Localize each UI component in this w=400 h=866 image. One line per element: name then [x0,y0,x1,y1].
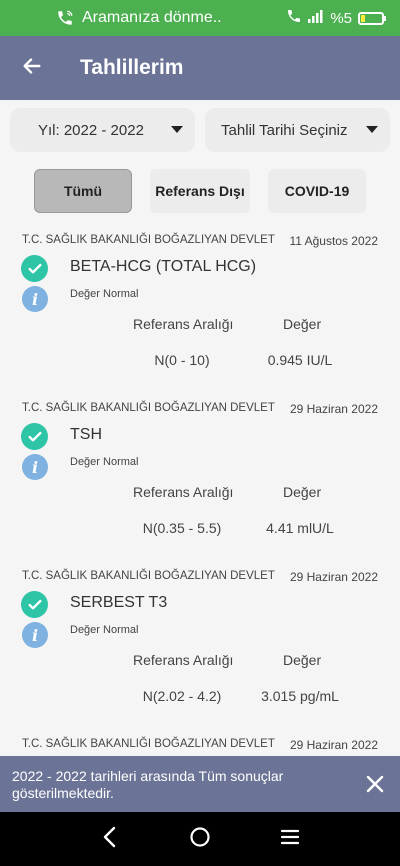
nav-home-button[interactable] [187,826,213,852]
result-card[interactable]: T.C. SAĞLIK BAKANLIĞI BOĞAZLIYAN DEVLET … [0,394,400,562]
result-status: Değer Normal [70,288,139,300]
value-header: Değer [283,316,322,332]
result-value: 3.015 pg/mL [261,688,339,704]
hospital-name: T.C. SAĞLIK BAKANLIĞI BOĞAZLIYAN DEVLET [22,402,275,414]
result-date: 29 Haziran 2022 [289,738,378,752]
home-circle-icon [189,826,211,853]
filter-row: Yıl: 2022 - 2022 Tahlil Tarihi Seçiniz [10,108,390,152]
status-icons: %5 [286,8,386,28]
call-status-text[interactable]: Aramanıza dönme.. [82,9,222,27]
reference-header: Referans Aralığı [133,652,234,668]
value-header: Değer [283,652,322,668]
reference-range: N(0.35 - 5.5) [142,520,222,536]
close-icon[interactable] [366,775,384,793]
results-list: T.C. SAĞLIK BAKANLIĞI BOĞAZLIYAN DEVLET … [0,226,400,770]
test-name: BETA-HCG (TOTAL HCG) [70,258,257,275]
result-status: Değer Normal [70,456,139,468]
check-icon [21,255,48,282]
tab-all[interactable]: Tümü [34,169,132,213]
signal-icon [308,9,324,27]
check-icon [21,423,48,450]
caret-down-icon [171,126,184,133]
menu-icon [280,828,300,851]
result-date: 11 Ağustos 2022 [289,234,378,248]
arrow-left-icon [21,55,43,82]
year-dropdown-label: Yıl: 2022 - 2022 [38,121,144,139]
phone-call-icon[interactable] [56,9,74,32]
value-header: Değer [283,484,322,500]
app-bar: Tahlillerim [0,36,400,100]
info-icon[interactable]: i [22,622,48,648]
tab-out-of-reference[interactable]: Referans Dışı [150,169,250,213]
year-dropdown[interactable]: Yıl: 2022 - 2022 [10,108,196,152]
reference-header: Referans Aralığı [133,484,234,500]
result-value: 4.41 mlU/L [266,520,334,536]
caret-down-icon [366,126,378,133]
filter-tabs: Tümü Referans Dışı COVID-19 [34,169,366,213]
info-icon[interactable]: i [22,454,48,480]
nav-back-button[interactable] [97,826,123,852]
hospital-name: T.C. SAĞLIK BAKANLIĞI BOĞAZLIYAN DEVLET [22,738,275,750]
snackbar: 2022 - 2022 tarihleri arasında Tüm sonuç… [0,756,400,812]
reference-header: Referans Aralığı [133,316,234,332]
result-card[interactable]: T.C. SAĞLIK BAKANLIĞI BOĞAZLIYAN DEVLET … [0,562,400,730]
date-dropdown-label: Tahlil Tarihi Seçiniz [221,121,348,139]
result-status: Değer Normal [70,624,139,636]
system-nav-bar [0,812,400,866]
battery-icon [358,11,386,25]
result-date: 29 Haziran 2022 [289,570,378,584]
hospital-name: T.C. SAĞLIK BAKANLIĞI BOĞAZLIYAN DEVLET [22,570,275,582]
reference-range: N(2.02 - 4.2) [142,688,222,704]
snackbar-message: 2022 - 2022 tarihleri arasında Tüm sonuç… [12,768,284,801]
battery-percent: %5 [330,9,352,27]
tab-covid19[interactable]: COVID-19 [268,169,366,213]
page-title: Tahlillerim [80,56,184,79]
reference-range: N(0 - 10) [154,352,210,368]
info-icon[interactable]: i [22,286,48,312]
call-indicator-icon [286,8,302,28]
test-name: TSH [70,426,102,443]
chevron-left-icon [102,826,118,853]
check-icon [21,591,48,618]
test-name: SERBEST T3 [70,594,168,611]
result-value: 0.945 IU/L [267,352,333,368]
result-date: 29 Haziran 2022 [289,402,378,416]
status-bar: Aramanıza dönme.. %5 [0,0,400,36]
nav-recents-button[interactable] [277,826,303,852]
back-button[interactable] [0,36,64,100]
hospital-name: T.C. SAĞLIK BAKANLIĞI BOĞAZLIYAN DEVLET [22,234,275,246]
result-card[interactable]: T.C. SAĞLIK BAKANLIĞI BOĞAZLIYAN DEVLET … [0,226,400,394]
date-dropdown[interactable]: Tahlil Tarihi Seçiniz [205,108,390,152]
